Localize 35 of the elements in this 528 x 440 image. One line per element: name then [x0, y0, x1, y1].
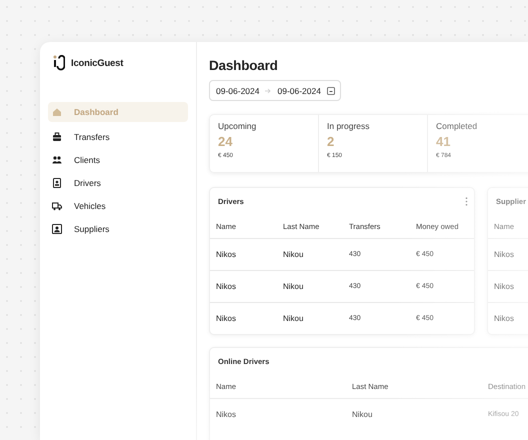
stat-count: 41	[436, 134, 450, 149]
truck-icon	[52, 201, 62, 211]
more-icon[interactable]	[465, 196, 468, 206]
calendar-icon	[326, 86, 335, 94]
sidebar-item[interactable]: Transfers	[48, 127, 188, 147]
sidebar-item[interactable]: Clients	[48, 150, 188, 170]
table-cell-text: Nikos	[494, 282, 516, 291]
page-title: Dashboard	[209, 58, 279, 73]
table-cell-text: Nikou	[352, 410, 374, 419]
sidebar-item[interactable]: Vehicles	[48, 196, 188, 216]
sidebar-item[interactable]: Drivers	[48, 173, 188, 193]
stat-count: 24	[218, 134, 232, 149]
stat-count: 2	[327, 134, 334, 149]
date-range-field[interactable]: 09-06-2024 09-06-2024	[209, 80, 341, 101]
table-cell-text: Nikos	[216, 282, 238, 291]
id-card-icon	[52, 178, 62, 188]
table-cell-text: Nikos	[216, 250, 238, 259]
home-icon	[52, 107, 62, 117]
table-cell-text: Nikos	[216, 410, 238, 419]
user-card-icon	[52, 224, 62, 234]
table-cell-text: Nikos	[494, 250, 516, 259]
logo-icon	[53, 55, 65, 71]
stat-label: Completed	[436, 121, 478, 131]
app-logo-text: IconicGuest	[71, 58, 124, 68]
sidebar-item[interactable]: Suppliers	[48, 219, 188, 239]
table-cell-text: Nikou	[283, 282, 304, 291]
stat-label: In progress	[327, 121, 370, 131]
briefcase-icon	[52, 132, 62, 142]
stat-label: Upcoming	[218, 121, 256, 131]
table-cell-text: Nikos	[494, 314, 516, 323]
table-cell-text: Nikos	[216, 314, 238, 323]
users-icon	[52, 155, 62, 165]
arrow-icon	[265, 88, 272, 94]
table-cell-text: Nikou	[283, 314, 304, 323]
table-cell-text: Nikou	[283, 250, 304, 259]
